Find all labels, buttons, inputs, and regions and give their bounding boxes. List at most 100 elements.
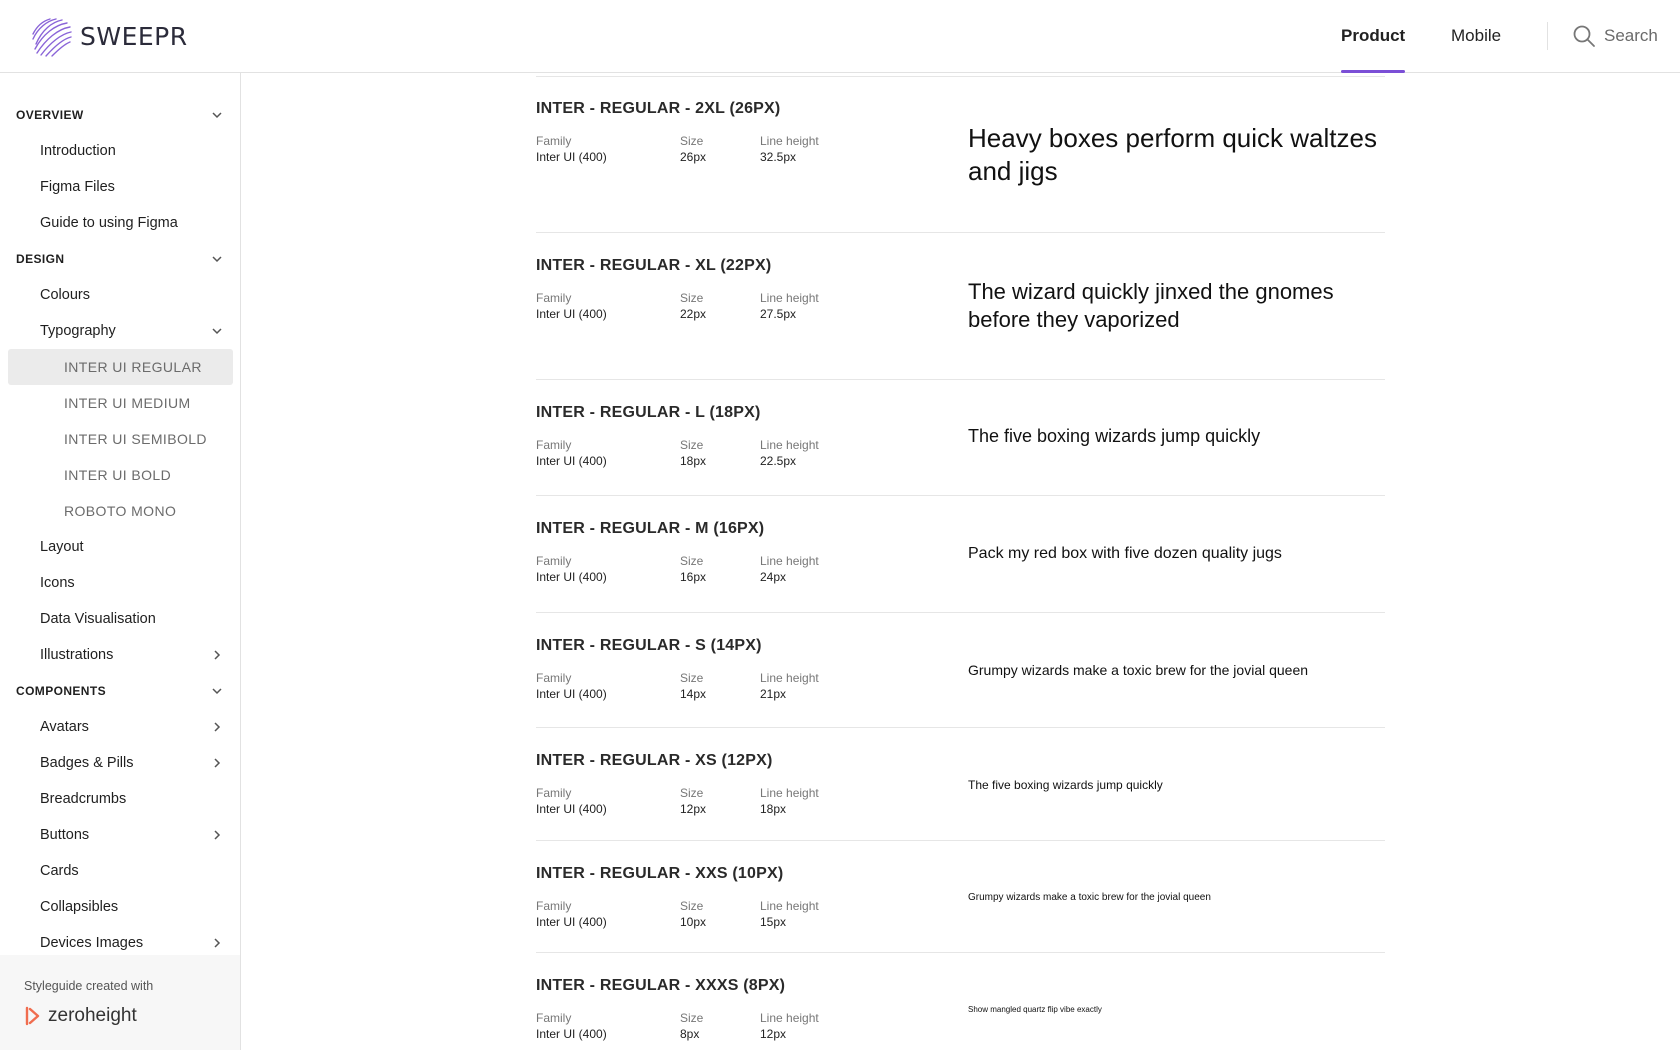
type-style-l: INTER - REGULAR - L (18PX) Family Inter U… [536, 381, 1385, 496]
meta-line-height: Line height 22.5px [760, 437, 819, 469]
sidebar-item-label: Guide to using Figma [40, 215, 178, 231]
sidebar-item-label: Colours [40, 287, 90, 303]
style-title: INTER - REGULAR - XS (12PX) [536, 752, 773, 769]
meta-value: 12px [760, 1027, 787, 1041]
sidebar-item-guide-figma[interactable]: Guide to using Figma [8, 205, 233, 241]
meta-value: 22px [680, 307, 707, 321]
sidebar-item-label: Cards [40, 863, 79, 879]
sidebar-item-icons[interactable]: Icons [8, 565, 233, 601]
meta-family: Family Inter UI (400) [536, 553, 607, 585]
sidebar-item-inter-ui-bold[interactable]: INTER UI BOLD [8, 457, 233, 493]
type-style-xl: INTER - REGULAR - XL (22PX) Family Inter … [536, 234, 1385, 380]
meta-label: Size [680, 291, 704, 305]
zeroheight-link[interactable]: zeroheight [24, 1005, 137, 1027]
meta-size: Size 16px [680, 553, 706, 585]
meta-value: Inter UI (400) [536, 307, 607, 321]
meta-family: Family Inter UI (400) [536, 670, 607, 702]
meta-value: 15px [760, 915, 787, 929]
sidebar-item-layout[interactable]: Layout [8, 529, 233, 565]
sidebar-item-label: Icons [40, 575, 75, 591]
meta-line-height: Line height 15px [760, 898, 819, 930]
meta-family: Family Inter UI (400) [536, 1010, 607, 1042]
sidebar-item-roboto-mono[interactable]: ROBOTO MONO [8, 493, 233, 529]
meta-label: Family [536, 671, 572, 685]
sidebar-item-label: Illustrations [40, 647, 114, 663]
sidebar-item-introduction[interactable]: Introduction [8, 133, 233, 169]
sidebar-item-illustrations[interactable]: Illustrations [8, 637, 233, 673]
meta-line-height: Line height 18px [760, 785, 819, 817]
meta-label: Family [536, 134, 572, 148]
sidebar-item-inter-ui-medium[interactable]: INTER UI MEDIUM [8, 385, 233, 421]
meta-value: Inter UI (400) [536, 802, 607, 816]
sidebar-item-breadcrumbs[interactable]: Breadcrumbs [8, 781, 233, 817]
sidebar-item-label: Avatars [40, 719, 89, 735]
chevron-down-icon [212, 112, 222, 119]
sidebar-item-label: Badges & Pills [40, 755, 134, 771]
zeroheight-brand: zeroheight [48, 1005, 137, 1026]
zeroheight-logo-icon [25, 1006, 40, 1026]
meta-label: Family [536, 554, 572, 568]
sidebar-item-figma-files[interactable]: Figma Files [8, 169, 233, 205]
meta-label: Line height [760, 1011, 819, 1025]
search-button[interactable]: Search [1572, 22, 1658, 50]
sidebar-item-badges-pills[interactable]: Badges & Pills [8, 745, 233, 781]
meta-label: Line height [760, 438, 819, 452]
type-style-m: INTER - REGULAR - M (16PX) Family Inter U… [536, 497, 1385, 613]
type-style-s: INTER - REGULAR - S (14PX) Family Inter U… [536, 614, 1385, 728]
sidebar-item-label: Typography [40, 323, 116, 339]
meta-label: Size [680, 438, 704, 452]
sidebar-section-design[interactable]: DESIGN [8, 241, 233, 277]
sidebar-item-label: INTER UI MEDIUM [64, 395, 191, 411]
meta-label: Size [680, 1011, 704, 1025]
sidebar-section-overview[interactable]: OVERVIEW [8, 97, 233, 133]
meta-label: Line height [760, 134, 819, 148]
sidebar-item-inter-ui-semibold[interactable]: INTER UI SEMIBOLD [8, 421, 233, 457]
sample-text: The five boxing wizards jump quickly [968, 778, 1163, 792]
meta-value: 14px [680, 687, 707, 701]
sidebar-item-buttons[interactable]: Buttons [8, 817, 233, 853]
sidebar-section-components[interactable]: COMPONENTS [8, 673, 233, 709]
meta-value: 26px [680, 150, 707, 164]
meta-value: 22.5px [760, 454, 797, 468]
meta-label: Size [680, 786, 704, 800]
nav-product[interactable]: Product [1341, 0, 1406, 73]
chevron-down-icon [212, 328, 222, 335]
section-label: COMPONENTS [16, 684, 107, 698]
sidebar-item-label: Introduction [40, 143, 116, 159]
sidebar-item-cards[interactable]: Cards [8, 853, 233, 889]
main-content: INTER - REGULAR - 2XL (26PX) Family Inter… [241, 73, 1680, 1050]
meta-size: Size 14px [680, 670, 706, 702]
type-style-xs: INTER - REGULAR - XS (12PX) Family Inter … [536, 729, 1385, 841]
meta-label: Size [680, 134, 704, 148]
meta-value: 8px [680, 1027, 700, 1041]
meta-value: Inter UI (400) [536, 570, 607, 584]
brand-logo[interactable]: SWEEPR [28, 14, 188, 58]
sidebar-item-label: INTER UI SEMIBOLD [64, 431, 207, 447]
meta-size: Size 18px [680, 437, 706, 469]
type-style-xxxs: INTER - REGULAR - XXXS (8PX) Family Inter… [536, 954, 1385, 1050]
chevron-right-icon [214, 650, 221, 660]
chevron-right-icon [214, 938, 221, 948]
meta-size: Size 10px [680, 898, 706, 930]
style-title: INTER - REGULAR - S (14PX) [536, 637, 762, 654]
footer-credit: Styleguide created with [24, 979, 154, 993]
meta-value: Inter UI (400) [536, 150, 607, 164]
nav-mobile[interactable]: Mobile [1451, 0, 1501, 73]
sidebar-item-avatars[interactable]: Avatars [8, 709, 233, 745]
style-title: INTER - REGULAR - XL (22PX) [536, 257, 772, 274]
sidebar-item-data-visualisation[interactable]: Data Visualisation [8, 601, 233, 637]
meta-line-height: Line height 12px [760, 1010, 819, 1042]
sidebar-item-label: INTER UI REGULAR [64, 359, 202, 375]
meta-label: Line height [760, 899, 819, 913]
search-label: Search [1604, 26, 1658, 45]
meta-value: 10px [680, 915, 707, 929]
sidebar-item-typography[interactable]: Typography [8, 313, 233, 349]
meta-value: 21px [760, 687, 787, 701]
meta-value: 27.5px [760, 307, 797, 321]
meta-label: Family [536, 786, 572, 800]
sidebar-item-collapsibles[interactable]: Collapsibles [8, 889, 233, 925]
sidebar-item-colours[interactable]: Colours [8, 277, 233, 313]
meta-family: Family Inter UI (400) [536, 437, 607, 469]
sidebar-item-inter-ui-regular[interactable]: INTER UI REGULAR [8, 349, 233, 385]
meta-line-height: Line height 27.5px [760, 290, 819, 322]
